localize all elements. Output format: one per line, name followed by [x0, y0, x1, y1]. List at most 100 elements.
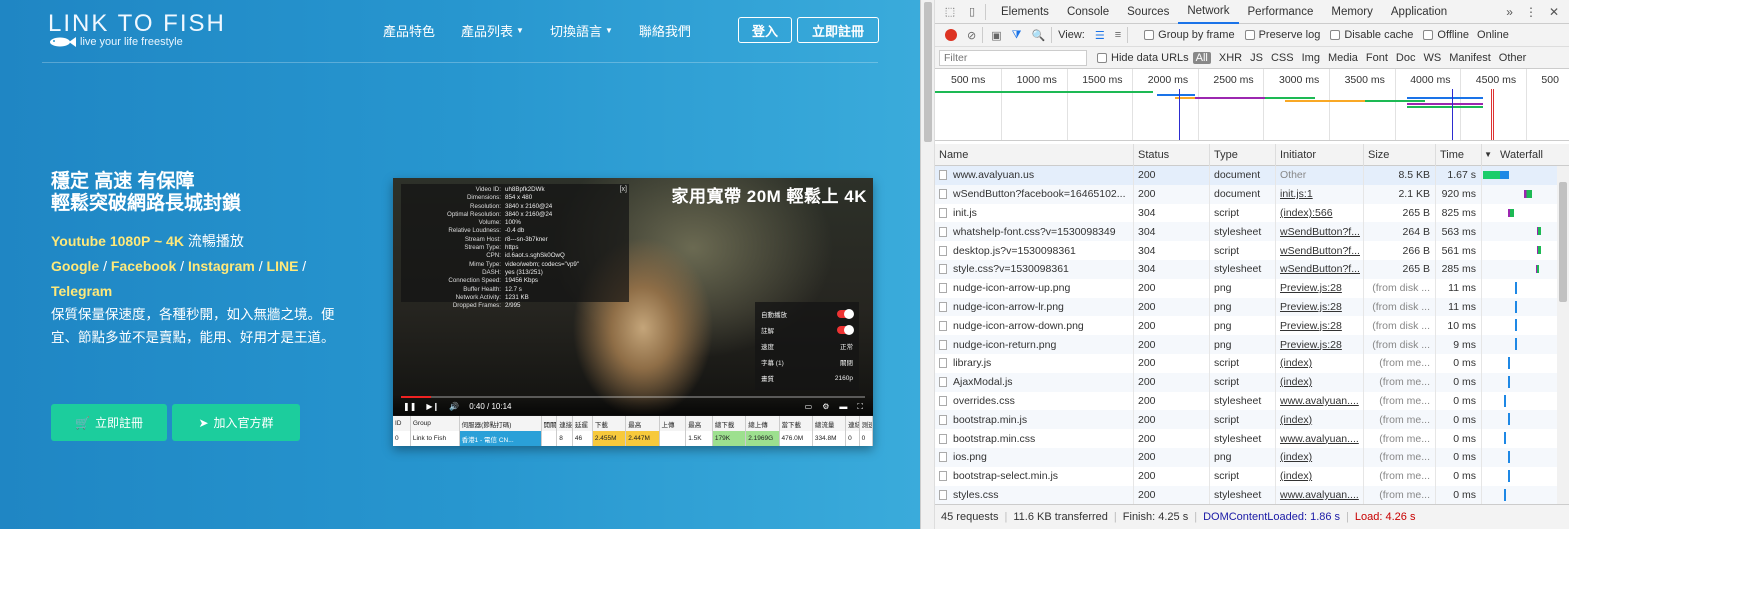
column-header-type[interactable]: Type — [1210, 144, 1276, 166]
request-row[interactable]: bootstrap.min.css 200 stylesheet www.avalyu… — [935, 429, 1569, 448]
filter-type-other[interactable]: Other — [1499, 52, 1527, 64]
filter-input[interactable] — [939, 49, 1087, 66]
request-row[interactable]: whatshelp-font.css?v=1530098349 304 styles… — [935, 222, 1569, 242]
tab-console[interactable]: Console — [1058, 0, 1118, 24]
filter-type-media[interactable]: Media — [1328, 52, 1358, 64]
initiator-link[interactable]: wSendButton?f... — [1280, 263, 1360, 275]
column-header-waterfall[interactable]: Waterfall — [1496, 144, 1569, 166]
nav-contact[interactable]: 聯絡我們 — [639, 21, 691, 40]
initiator-link[interactable]: (index) — [1280, 414, 1312, 426]
nav-features[interactable]: 產品特色 — [383, 21, 435, 40]
request-row[interactable]: desktop.js?v=1530098361 304 script wSendBut… — [935, 241, 1569, 260]
offline-checkbox[interactable]: Offline — [1423, 29, 1469, 41]
filter-type-js[interactable]: JS — [1250, 52, 1263, 64]
initiator-link[interactable]: init.js:1 — [1280, 188, 1313, 200]
initiator-link[interactable]: Preview.js:28 — [1280, 301, 1342, 313]
settings-menu-item[interactable]: 字幕 (1) 關閉 — [761, 354, 853, 370]
capture-screenshots-icon[interactable]: ▣ — [991, 29, 1001, 42]
inspect-icon[interactable]: ⬚ — [943, 5, 957, 19]
device-toolbar-icon[interactable]: ▯ — [965, 5, 979, 19]
request-row[interactable]: nudge-icon-arrow-down.png 200 png Preview.j… — [935, 316, 1569, 336]
throttling-select[interactable]: Online — [1477, 29, 1509, 41]
request-initiator[interactable]: (index) — [1276, 466, 1364, 486]
toggle-switch[interactable] — [837, 325, 854, 335]
request-row[interactable]: nudge-icon-return.png 200 png Preview.js:28… — [935, 335, 1569, 354]
toggle-switch[interactable] — [837, 309, 854, 319]
initiator-link[interactable]: (index):566 — [1280, 207, 1333, 219]
request-initiator[interactable]: wSendButton?f... — [1276, 259, 1364, 279]
column-header-size[interactable]: Size — [1364, 144, 1436, 166]
tab-application[interactable]: Application — [1382, 0, 1456, 24]
request-initiator[interactable]: www.avalyuan.... — [1276, 391, 1364, 411]
request-row[interactable]: AjaxModal.js 200 script (index) (from me... 0… — [935, 372, 1569, 392]
search-icon[interactable]: 🔍 — [1031, 29, 1045, 42]
request-row[interactable]: bootstrap.min.js 200 script (index) (from me… — [935, 410, 1569, 430]
tab-sources[interactable]: Sources — [1118, 0, 1178, 24]
tab-performance[interactable]: Performance — [1239, 0, 1323, 24]
close-icon[interactable]: ✕ — [1549, 5, 1559, 19]
settings-menu-item[interactable]: 畫質 2160p — [761, 370, 853, 386]
page-scrollbar[interactable] — [921, 0, 935, 529]
preserve-log-checkbox[interactable]: Preserve log — [1244, 29, 1320, 41]
close-icon[interactable]: [x] — [620, 186, 627, 194]
initiator-link[interactable]: Preview.js:28 — [1280, 320, 1342, 332]
filter-type-img[interactable]: Img — [1302, 52, 1320, 64]
video-progress-bar[interactable] — [401, 396, 865, 398]
request-row[interactable]: init.js 304 script (index):566 265 B 825 ms — [935, 203, 1569, 223]
record-icon[interactable] — [945, 29, 957, 41]
initiator-link[interactable]: www.avalyuan.... — [1280, 489, 1359, 501]
filter-type-css[interactable]: CSS — [1271, 52, 1294, 64]
subtitles-icon[interactable]: ▭ — [805, 402, 813, 412]
request-row[interactable]: bootstrap-select.min.js 200 script (index) (… — [935, 466, 1569, 486]
filter-type-font[interactable]: Font — [1366, 52, 1388, 64]
request-initiator[interactable]: (index) — [1276, 447, 1364, 467]
initiator-link[interactable]: www.avalyuan.... — [1280, 395, 1359, 407]
request-initiator[interactable]: Preview.js:28 — [1276, 278, 1364, 298]
request-row[interactable]: overrides.css 200 stylesheet www.avalyuan..… — [935, 391, 1569, 411]
initiator-link[interactable]: Preview.js:28 — [1280, 282, 1342, 294]
large-rows-icon[interactable]: ☰ — [1095, 29, 1105, 42]
initiator-link[interactable]: wSendButton?f... — [1280, 226, 1360, 238]
request-row[interactable]: style.css?v=1530098361 304 stylesheet wSend… — [935, 259, 1569, 279]
kebab-menu-icon[interactable]: ⋮ — [1525, 5, 1537, 19]
filter-icon[interactable]: ⧩ — [1012, 29, 1022, 42]
request-initiator[interactable]: Preview.js:28 — [1276, 316, 1364, 336]
request-initiator[interactable]: (index) — [1276, 353, 1364, 373]
request-row[interactable]: nudge-icon-arrow-lr.png 200 png Preview.js:… — [935, 297, 1569, 317]
initiator-link[interactable]: wSendButton?f... — [1280, 245, 1360, 257]
more-tabs-icon[interactable]: » — [1506, 5, 1513, 19]
tab-elements[interactable]: Elements — [992, 0, 1058, 24]
filter-type-ws[interactable]: WS — [1423, 52, 1441, 64]
fullscreen-icon[interactable]: ⛶ — [857, 402, 863, 412]
request-row[interactable]: nudge-icon-arrow-up.png 200 png Preview.js:… — [935, 278, 1569, 298]
tab-memory[interactable]: Memory — [1322, 0, 1382, 24]
filter-type-manifest[interactable]: Manifest — [1449, 52, 1491, 64]
request-row[interactable]: ios.png 200 png (index) (from me... 0 ms — [935, 447, 1569, 467]
initiator-link[interactable]: Preview.js:28 — [1280, 339, 1342, 351]
theater-icon[interactable]: ▬ — [839, 402, 847, 412]
nav-products[interactable]: 產品列表 ▼ — [461, 21, 524, 40]
request-row[interactable]: www.avalyuan.us 200 document Other 8.5 KB 1.6… — [935, 166, 1569, 185]
table-scrollbar[interactable] — [1557, 166, 1569, 504]
initiator-link[interactable]: www.avalyuan.... — [1280, 433, 1359, 445]
filter-type-doc[interactable]: Doc — [1396, 52, 1416, 64]
request-initiator[interactable]: Preview.js:28 — [1276, 297, 1364, 317]
site-logo[interactable]: LINK TO FISH live your life freestyle — [48, 10, 226, 48]
request-initiator[interactable]: wSendButton?f... — [1276, 222, 1364, 242]
scrollbar-thumb[interactable] — [1559, 182, 1567, 302]
column-header-initiator[interactable]: Initiator — [1276, 144, 1364, 166]
column-header-status[interactable]: Status — [1134, 144, 1210, 166]
initiator-link[interactable]: (index) — [1280, 470, 1312, 482]
request-initiator[interactable]: www.avalyuan.... — [1276, 485, 1364, 504]
initiator-link[interactable]: (index) — [1280, 451, 1312, 463]
disable-cache-checkbox[interactable]: Disable cache — [1330, 29, 1413, 41]
request-row[interactable]: wSendButton?facebook=16465102... 200 docum… — [935, 184, 1569, 204]
initiator-link[interactable]: (index) — [1280, 357, 1312, 369]
column-header-time[interactable]: Time — [1436, 144, 1482, 166]
request-row[interactable]: styles.css 200 stylesheet www.avalyuan.... (… — [935, 485, 1569, 504]
nav-language[interactable]: 切換語言 ▼ — [550, 21, 613, 40]
request-initiator[interactable]: (index) — [1276, 410, 1364, 430]
pause-icon[interactable]: ❚❚ — [403, 402, 416, 411]
cta-join-group-button[interactable]: ➤ 加入官方群 — [172, 404, 300, 441]
request-row[interactable]: library.js 200 script (index) (from me... 0 m… — [935, 353, 1569, 373]
